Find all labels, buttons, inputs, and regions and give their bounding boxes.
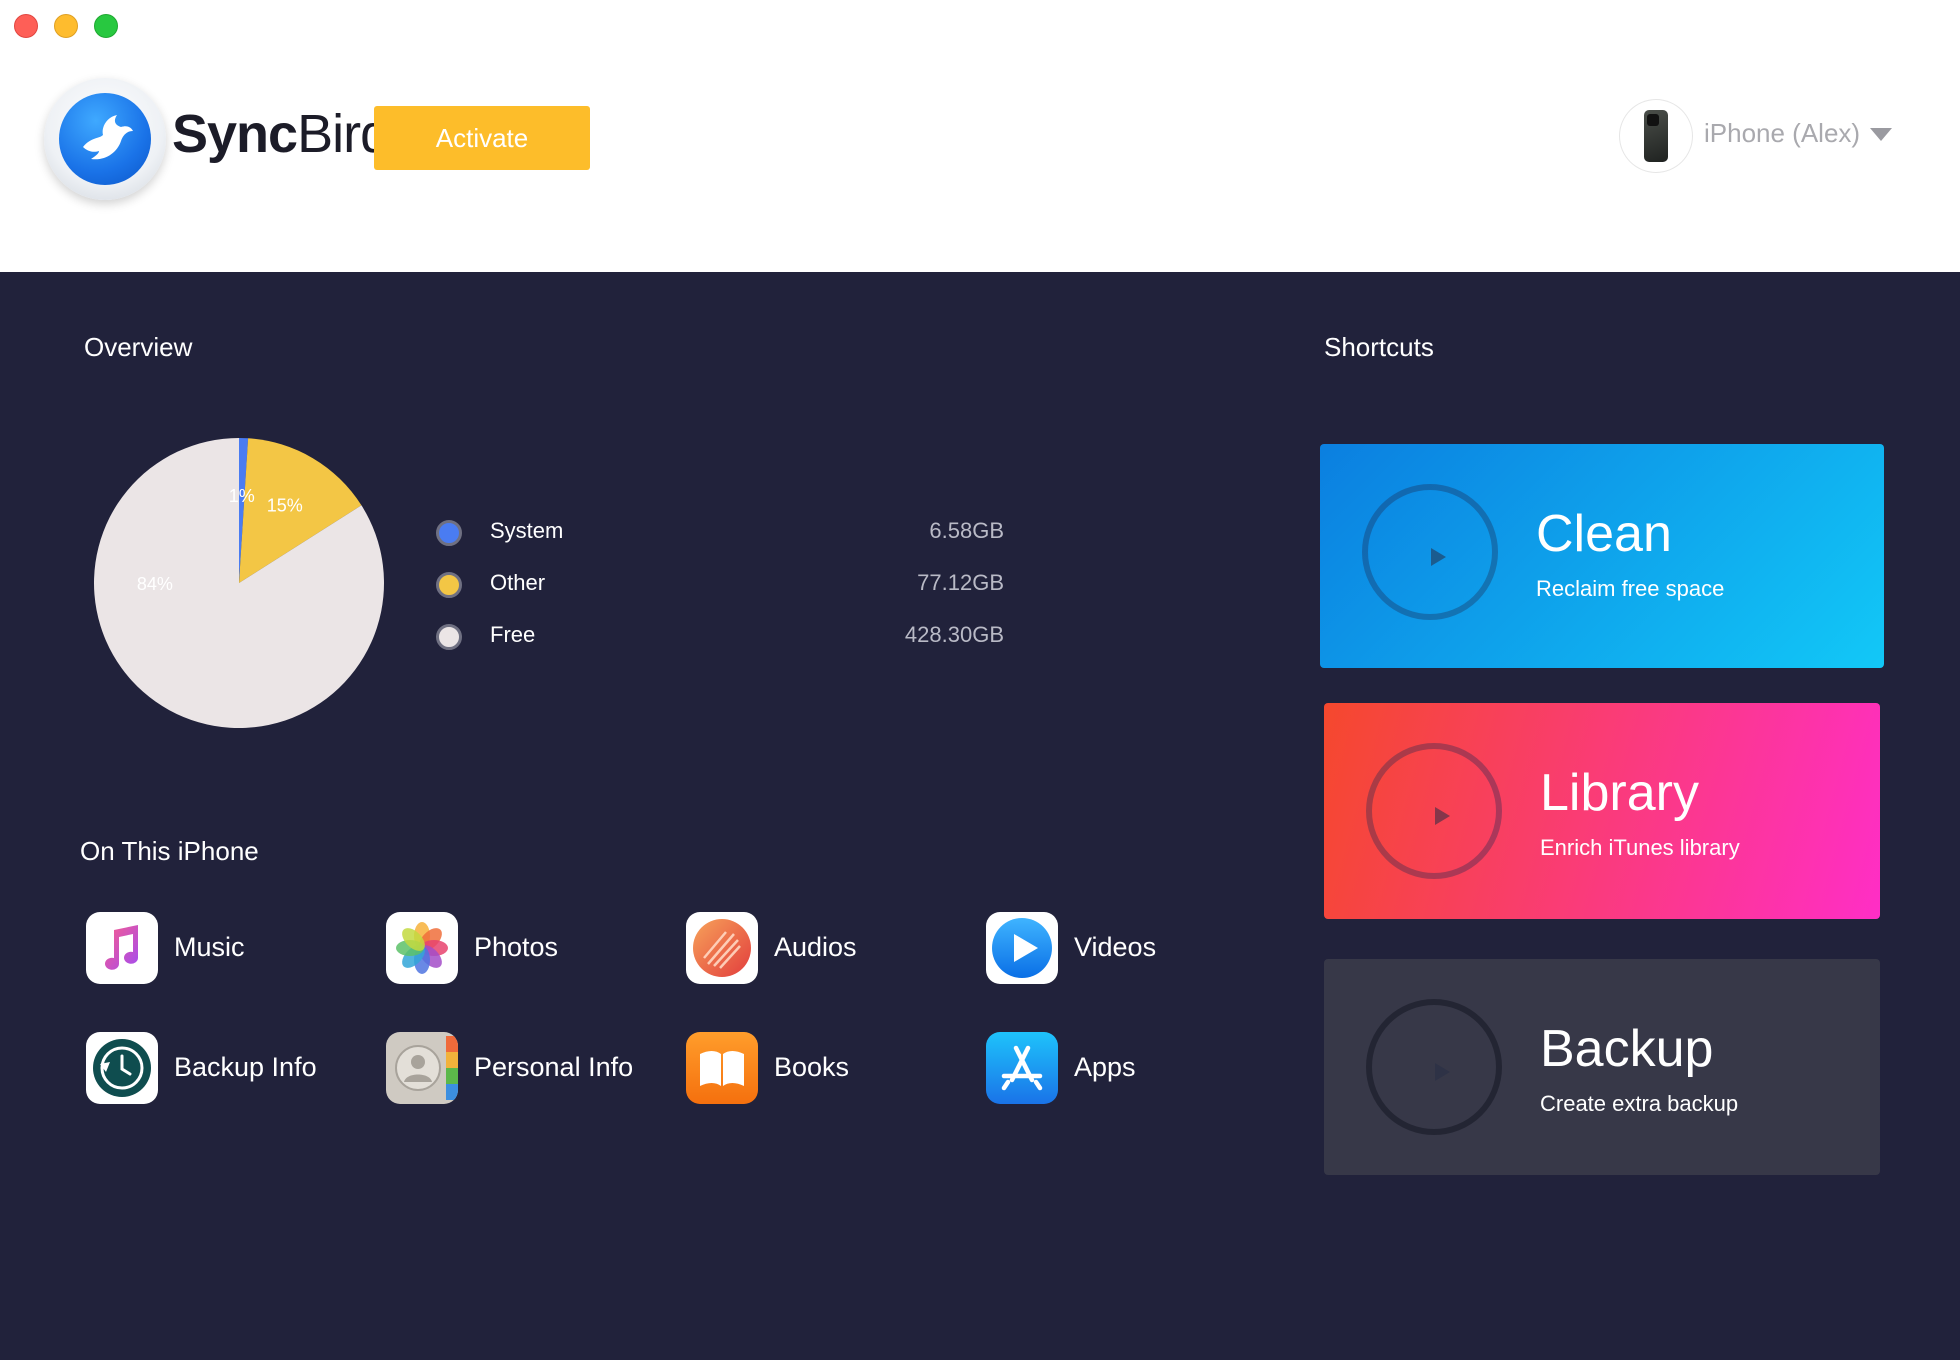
chevron-down-icon[interactable] <box>1870 128 1892 141</box>
category-label: Videos <box>1074 932 1157 962</box>
legend-value: 428.30GB <box>904 622 1004 647</box>
videos-icon <box>986 912 1058 984</box>
shortcut-title: Library <box>1540 764 1699 822</box>
activate-button[interactable]: Activate <box>374 106 590 170</box>
syncbird-logo-icon <box>44 78 166 200</box>
device-name: iPhone (Alex) <box>1704 118 1861 148</box>
legend-row-other: Other 77.12GB <box>434 564 1004 604</box>
storage-pie-chart: 1% 15% 84% <box>94 438 384 728</box>
play-icon <box>1435 1063 1450 1081</box>
shortcut-subtitle: Reclaim free space <box>1536 576 1725 601</box>
window-close-button[interactable] <box>14 14 38 38</box>
category-photos[interactable]: Photos <box>386 912 656 986</box>
contacts-icon <box>386 1032 458 1104</box>
legend-dot-other <box>436 572 462 598</box>
on-this-iphone-title: On This iPhone <box>80 836 259 866</box>
overview-title: Overview <box>84 332 193 362</box>
play-icon <box>1431 548 1446 566</box>
audios-icon <box>686 912 758 984</box>
legend-label: Free <box>490 622 536 647</box>
shortcut-library-card[interactable]: Library Enrich iTunes library <box>1324 703 1880 919</box>
ring-icon <box>1366 743 1502 879</box>
category-apps[interactable]: Apps <box>986 1032 1256 1106</box>
ring-icon <box>1362 484 1498 620</box>
legend-value: 6.58GB <box>929 518 1004 543</box>
books-icon <box>686 1032 758 1104</box>
category-label: Audios <box>774 932 857 962</box>
category-label: Books <box>774 1052 850 1082</box>
photos-icon <box>386 912 458 984</box>
legend-dot-free <box>436 624 462 650</box>
category-books[interactable]: Books <box>686 1032 956 1106</box>
shortcut-subtitle: Create extra backup <box>1540 1091 1739 1116</box>
iphone-thumbnail-icon <box>1620 100 1692 172</box>
category-audios[interactable]: Audios <box>686 912 956 986</box>
shortcut-clean-card[interactable]: Clean Reclaim free space <box>1320 444 1884 668</box>
brand-bold-text: Sync <box>172 104 298 164</box>
window-zoom-button[interactable] <box>94 14 118 38</box>
legend-label: Other <box>490 570 546 595</box>
category-backup-info[interactable]: Backup Info <box>86 1032 356 1106</box>
window-minimize-button[interactable] <box>54 14 78 38</box>
shortcut-subtitle: Enrich iTunes library <box>1540 835 1740 860</box>
category-label: Music <box>174 932 245 962</box>
main-panel: Overview 1% 15% 84% System 6.58GB Other 77… <box>0 272 1960 1360</box>
legend-row-free: Free 428.30GB <box>434 616 1004 656</box>
legend-row-system: System 6.58GB <box>434 512 1004 552</box>
pie-label-free: 84% <box>137 574 173 594</box>
shortcut-backup-card[interactable]: Backup Create extra backup <box>1324 959 1880 1175</box>
category-videos[interactable]: Videos <box>986 912 1256 986</box>
category-label: Personal Info <box>474 1052 634 1082</box>
header: SyncBird Activate iPhone (Alex) <box>0 0 1960 272</box>
music-icon <box>86 912 158 984</box>
legend-label: System <box>490 518 564 543</box>
legend-value: 77.12GB <box>917 570 1004 595</box>
shortcut-title: Clean <box>1536 505 1672 563</box>
category-label: Photos <box>474 932 559 962</box>
app-brand-name: SyncBird <box>172 103 390 165</box>
legend-dot-system <box>436 520 462 546</box>
category-personal-info[interactable]: Personal Info <box>386 1032 656 1106</box>
pie-label-other: 15% <box>267 496 303 516</box>
device-selector[interactable]: iPhone (Alex) <box>1620 100 1900 172</box>
category-music[interactable]: Music <box>86 912 356 986</box>
category-label: Backup Info <box>174 1052 317 1082</box>
shortcut-title: Backup <box>1540 1020 1714 1078</box>
ring-icon <box>1366 999 1502 1135</box>
category-label: Apps <box>1074 1052 1136 1082</box>
app-store-icon <box>986 1032 1058 1104</box>
pie-label-system: 1% <box>229 486 255 506</box>
shortcuts-title: Shortcuts <box>1324 332 1434 362</box>
time-machine-icon <box>86 1032 158 1104</box>
play-icon <box>1435 807 1450 825</box>
